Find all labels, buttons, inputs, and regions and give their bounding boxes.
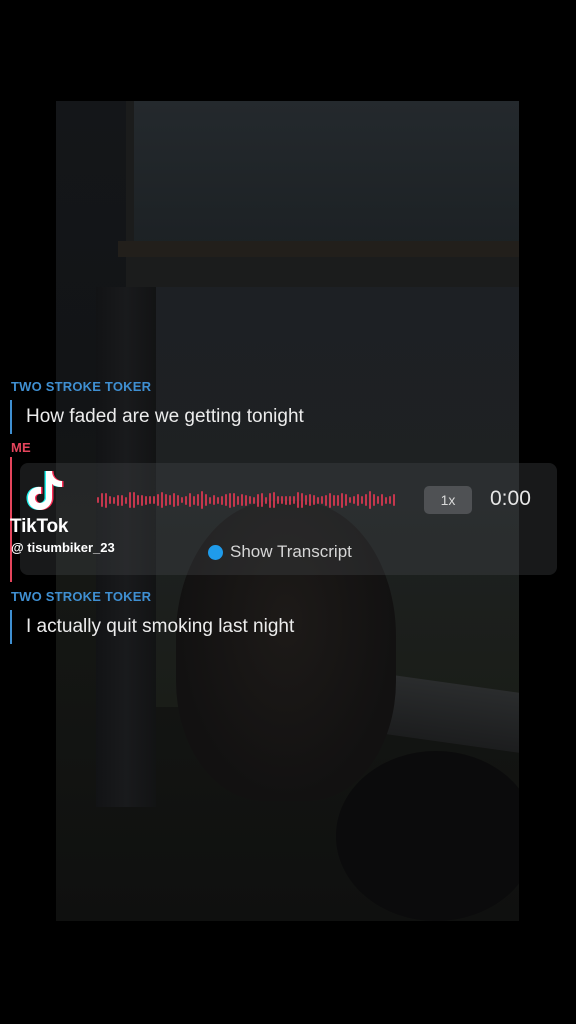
tiktok-username: @ tisumbiker_23 <box>11 540 115 555</box>
waveform-bar <box>329 492 331 508</box>
waveform-bar <box>253 496 255 504</box>
waveform-bar <box>133 492 135 508</box>
waveform-bar <box>97 497 99 503</box>
transcript-label: Show Transcript <box>230 542 352 561</box>
waveform-bar <box>157 494 159 506</box>
window-glass <box>134 101 519 251</box>
waveform-bar <box>141 494 143 506</box>
waveform-bar <box>101 493 103 507</box>
waveform-bar <box>205 494 207 506</box>
waveform-bar <box>393 494 395 506</box>
waveform-bar <box>209 496 211 504</box>
waveform-bar <box>181 497 183 503</box>
show-transcript-button[interactable]: Show Transcript <box>208 542 352 562</box>
waveform-bar <box>289 495 291 505</box>
waveform-bar <box>341 492 343 508</box>
waveform-bar <box>173 493 175 507</box>
waveform-bar <box>389 496 391 504</box>
waveform-bar <box>129 492 131 508</box>
voice-duration: 0:00 <box>490 487 531 510</box>
waveform-bar <box>257 493 259 507</box>
waveform-bar <box>249 496 251 504</box>
waveform-bar <box>385 496 387 504</box>
waveform-bar <box>201 491 203 509</box>
waveform-bar <box>325 494 327 506</box>
waveform-bar <box>165 494 167 506</box>
waveform-bar <box>349 497 351 503</box>
foreground-shadow <box>336 751 519 921</box>
waveform-bar <box>137 495 139 505</box>
waveform-bar <box>345 494 347 506</box>
waveform-bar <box>145 495 147 505</box>
waveform-bar <box>213 495 215 505</box>
waveform-bar <box>297 492 299 508</box>
waveform-bar <box>281 496 283 504</box>
waveform-bar <box>265 496 267 504</box>
waveform-bar <box>261 493 263 507</box>
transcript-dot-icon <box>208 544 223 560</box>
waveform-bar <box>301 492 303 508</box>
waveform-bar <box>273 492 275 508</box>
message-text: I actually quit smoking last night <box>10 610 294 644</box>
waveform-bar <box>317 496 319 504</box>
waveform-bar <box>305 495 307 505</box>
message-text: How faded are we getting tonight <box>10 400 304 434</box>
waveform-bar <box>373 494 375 506</box>
sender-label-me: ME <box>11 440 31 455</box>
waveform-bar <box>193 495 195 505</box>
waveform-bar <box>245 494 247 506</box>
playback-speed-button[interactable]: 1x <box>424 486 472 514</box>
waveform-bar <box>313 495 315 505</box>
waveform-bar <box>189 493 191 507</box>
sender-label: TWO STROKE TOKER <box>11 589 152 604</box>
waveform-bar <box>105 492 107 508</box>
waveform-bar <box>269 492 271 508</box>
waveform-bar <box>197 494 199 506</box>
waveform-bar <box>333 494 335 506</box>
voice-waveform[interactable] <box>97 482 397 518</box>
waveform-bar <box>125 496 127 504</box>
waveform-bar <box>121 494 123 506</box>
waveform-bar <box>177 494 179 506</box>
waveform-bar <box>113 496 115 504</box>
tiktok-brand: TikTok <box>10 516 69 537</box>
waveform-bar <box>277 496 279 504</box>
waveform-bar <box>169 495 171 505</box>
waveform-bar <box>237 495 239 505</box>
waveform-bar <box>161 492 163 508</box>
waveform-bar <box>381 494 383 506</box>
waveform-bar <box>153 496 155 504</box>
waveform-bar <box>361 496 363 504</box>
waveform-bar <box>377 496 379 504</box>
sender-label: TWO STROKE TOKER <box>11 379 152 394</box>
waveform-bar <box>293 496 295 504</box>
waveform-bar <box>285 495 287 505</box>
waveform-bar <box>225 494 227 506</box>
waveform-bar <box>117 494 119 506</box>
waveform-bar <box>149 496 151 504</box>
waveform-bar <box>221 495 223 505</box>
waveform-bar <box>233 493 235 507</box>
waveform-bar <box>109 496 111 504</box>
waveform-bar <box>309 494 311 506</box>
waveform-bar <box>353 496 355 504</box>
window-sill <box>118 241 519 257</box>
waveform-bar <box>365 494 367 506</box>
waveform-bar <box>369 491 371 509</box>
waveform-bar <box>217 496 219 504</box>
waveform-bar <box>337 494 339 506</box>
waveform-bar <box>185 495 187 505</box>
waveform-bar <box>321 496 323 504</box>
waveform-bar <box>357 494 359 506</box>
waveform-bar <box>229 492 231 508</box>
waveform-bar <box>241 494 243 506</box>
tiktok-logo-icon <box>26 471 64 510</box>
